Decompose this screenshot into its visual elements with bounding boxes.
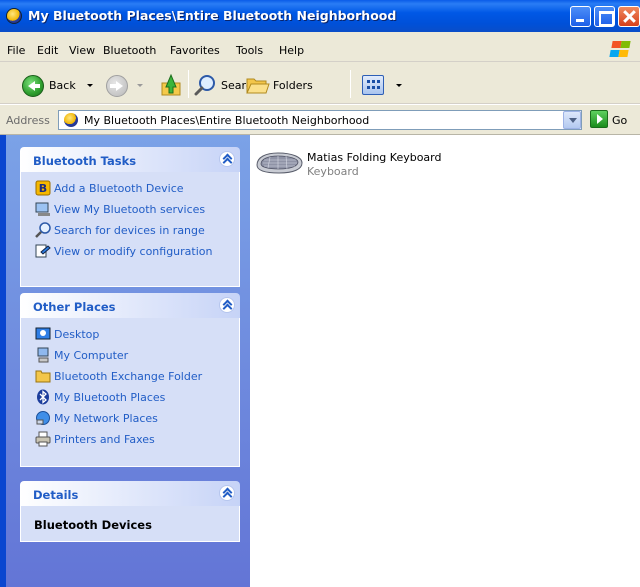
- forward-dropdown-icon[interactable]: [137, 84, 143, 87]
- bluetooth-add-icon: B: [35, 180, 51, 196]
- other-places-header[interactable]: Other Places: [20, 293, 240, 318]
- panel-title: Details: [33, 488, 79, 502]
- menu-file[interactable]: File: [7, 44, 25, 57]
- windows-logo-icon: [606, 40, 632, 60]
- details-title: Bluetooth Devices: [34, 518, 152, 532]
- forward-button[interactable]: [106, 75, 128, 97]
- panel-title: Bluetooth Tasks: [33, 154, 137, 168]
- details-header[interactable]: Details: [20, 481, 240, 506]
- svg-text:B: B: [39, 182, 47, 195]
- folder-icon: [35, 370, 51, 383]
- folders-label[interactable]: Folders: [273, 79, 313, 92]
- forward-arrow-icon: [110, 81, 123, 91]
- title-bar[interactable]: My Bluetooth Places\Entire Bluetooth Nei…: [0, 0, 640, 32]
- details-panel: Details Bluetooth Devices: [20, 481, 240, 542]
- computer-icon: [37, 347, 49, 363]
- views-button[interactable]: [362, 75, 384, 95]
- menu-tools[interactable]: Tools: [236, 44, 263, 57]
- device-type: Keyboard: [307, 165, 359, 178]
- go-label[interactable]: Go: [612, 114, 627, 127]
- bluetooth-tasks-header[interactable]: Bluetooth Tasks: [20, 147, 240, 172]
- collapse-chevron-icon[interactable]: [219, 485, 235, 501]
- menu-bluetooth[interactable]: Bluetooth: [103, 44, 156, 57]
- folders-icon[interactable]: [246, 75, 270, 95]
- keyboard-icon[interactable]: [254, 147, 304, 177]
- bluetooth-places-icon: [64, 113, 78, 127]
- menu-bar: [0, 32, 640, 62]
- address-value[interactable]: My Bluetooth Places\Entire Bluetooth Nei…: [84, 114, 369, 127]
- back-dropdown-icon[interactable]: [87, 84, 93, 87]
- address-dropdown-button[interactable]: [563, 111, 581, 129]
- device-name[interactable]: Matias Folding Keyboard: [307, 151, 442, 164]
- window-title: My Bluetooth Places\Entire Bluetooth Nei…: [28, 8, 397, 23]
- services-icon: [35, 202, 50, 216]
- bluetooth-tasks-panel: Bluetooth Tasks B Add a Bluetooth Device…: [20, 147, 240, 287]
- task-pane: Bluetooth Tasks B Add a Bluetooth Device…: [0, 135, 250, 587]
- toolbar-separator: [188, 70, 189, 98]
- views-dropdown-icon[interactable]: [396, 84, 402, 87]
- menu-edit[interactable]: Edit: [37, 44, 58, 57]
- toolbar-separator: [350, 70, 351, 98]
- menu-view[interactable]: View: [69, 44, 95, 57]
- back-button[interactable]: [22, 75, 44, 97]
- search-icon[interactable]: [194, 74, 216, 96]
- menu-help[interactable]: Help: [279, 44, 304, 57]
- back-arrow-icon: [28, 81, 40, 91]
- collapse-chevron-icon[interactable]: [219, 297, 235, 313]
- go-button[interactable]: [590, 110, 608, 128]
- maximize-button[interactable]: [594, 6, 615, 27]
- address-label: Address: [6, 114, 50, 127]
- other-places-panel: Other Places Desktop My Computer Bluetoo…: [20, 293, 240, 467]
- bluetooth-places-icon: [6, 8, 22, 24]
- collapse-chevron-icon[interactable]: [219, 151, 235, 167]
- minimize-button[interactable]: [570, 6, 591, 27]
- printer-icon: [35, 431, 51, 447]
- panel-title: Other Places: [33, 300, 116, 314]
- toolbar: [0, 62, 640, 104]
- search-icon: [35, 222, 51, 238]
- up-folder-icon[interactable]: [160, 71, 182, 97]
- desktop-icon: [35, 327, 51, 340]
- file-list-pane[interactable]: [250, 135, 640, 587]
- network-icon: [36, 411, 50, 425]
- configuration-icon: [35, 244, 51, 258]
- menu-favorites[interactable]: Favorites: [170, 44, 220, 57]
- back-label[interactable]: Back: [49, 79, 76, 92]
- close-button[interactable]: [618, 6, 640, 27]
- bluetooth-icon: [37, 389, 49, 405]
